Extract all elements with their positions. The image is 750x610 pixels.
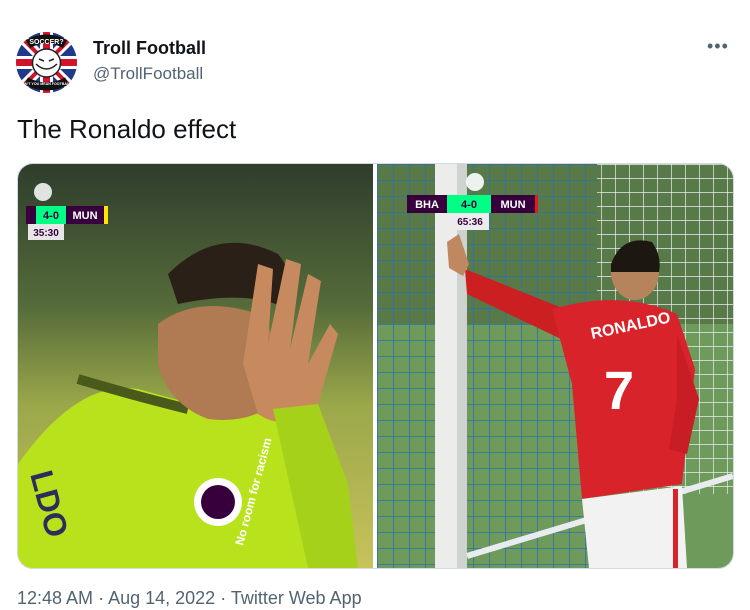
right-away-team: MUN <box>500 199 525 211</box>
right-photo[interactable]: RONALDO 7 BHA 4-0 MUN 65:36 <box>377 164 733 568</box>
right-shirt-number: 7 <box>604 361 634 421</box>
tweet-media[interactable]: LDO No room for racism 4-0 MUN 35:30 RON… <box>17 163 734 569</box>
tweet-text: The Ronaldo effect <box>17 114 237 144</box>
tweet-time[interactable]: 12:48 AM <box>17 588 93 608</box>
left-score: 4-0 <box>43 210 59 222</box>
right-home-team: BHA <box>415 199 439 211</box>
tweet-date[interactable]: Aug 14, 2022 <box>108 588 215 608</box>
left-photo[interactable]: LDO No room for racism 4-0 MUN 35:30 <box>18 164 373 568</box>
premier-league-lion-icon <box>466 173 484 191</box>
union-jack-troll-logo: SOCCER? DON'T YOU MEAN FOOTBALL? <box>16 32 77 93</box>
display-name[interactable]: Troll Football <box>93 38 206 59</box>
left-team: MUN <box>72 210 97 222</box>
avatar[interactable]: SOCCER? DON'T YOU MEAN FOOTBALL? <box>16 32 77 93</box>
more-options-icon[interactable]: ••• <box>707 36 729 57</box>
separator: · <box>93 588 109 608</box>
user-handle[interactable]: @TrollFootball <box>93 64 203 84</box>
right-score: 4-0 <box>461 199 477 211</box>
right-photo-image: RONALDO 7 BHA 4-0 MUN 65:36 <box>377 164 733 568</box>
separator: · <box>215 588 231 608</box>
left-photo-image: LDO No room for racism 4-0 MUN 35:30 <box>18 164 373 568</box>
tweet-source[interactable]: Twitter Web App <box>231 588 362 608</box>
left-clock: 35:30 <box>33 228 59 239</box>
avatar-badge-bottom: DON'T YOU MEAN FOOTBALL? <box>19 82 73 86</box>
right-clock: 65:36 <box>457 217 483 228</box>
tweet-meta: 12:48 AM · Aug 14, 2022 · Twitter Web Ap… <box>17 588 362 609</box>
avatar-badge-top: SOCCER? <box>29 39 63 46</box>
premier-league-lion-icon <box>34 183 52 201</box>
